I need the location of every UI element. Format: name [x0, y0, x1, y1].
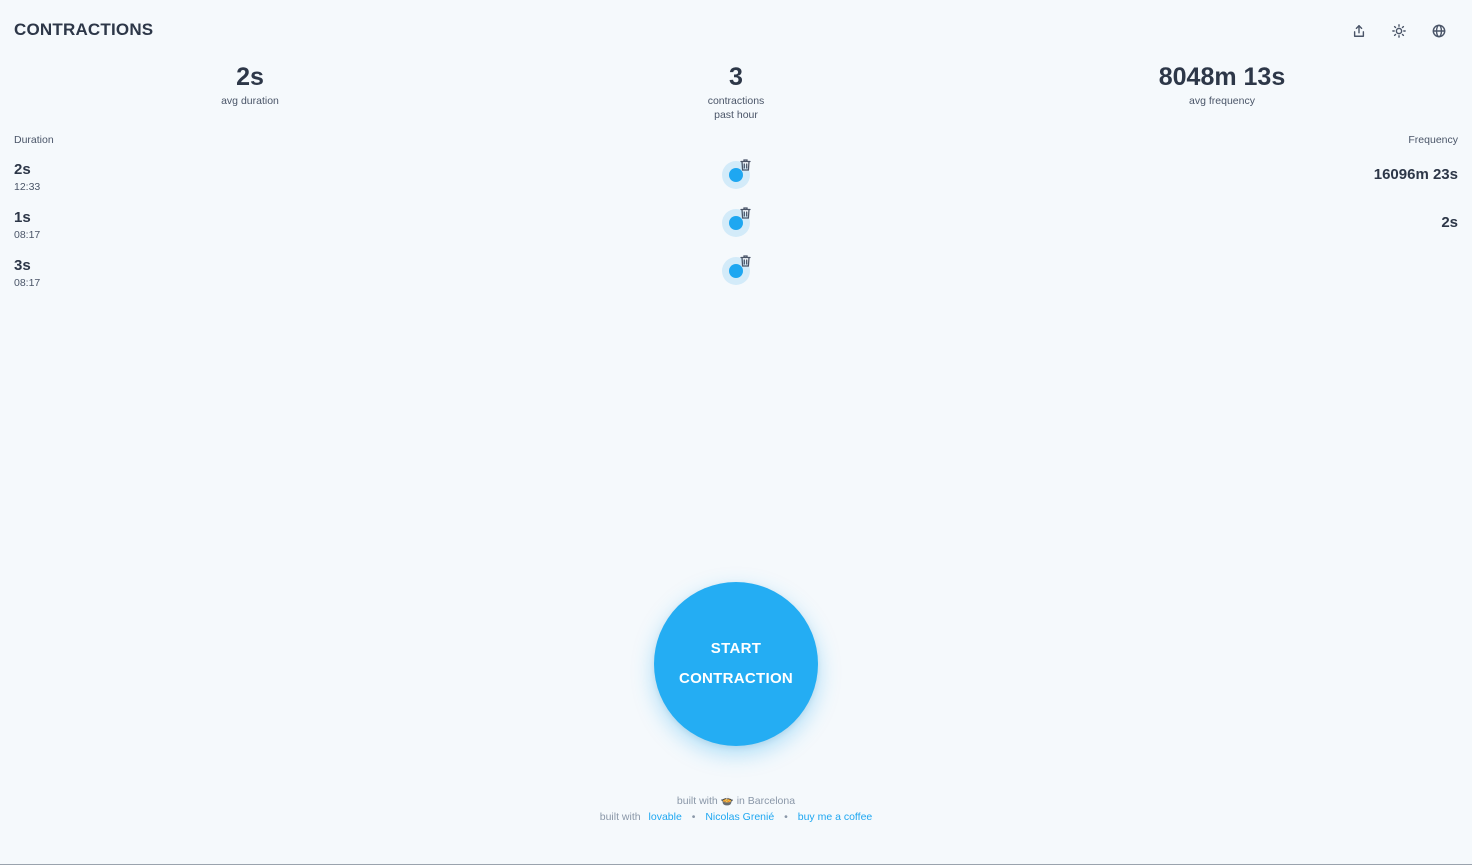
stat-avg-duration: 2s avg duration — [120, 60, 380, 108]
stat-avg-frequency: 8048m 13s avg frequency — [1092, 60, 1352, 108]
row-duration: 1s 08:17 — [14, 208, 40, 242]
footer-links: built with lovable • Nicolas Grenié • bu… — [0, 811, 1472, 823]
start-button-line1: START — [710, 640, 762, 657]
globe-icon — [1432, 24, 1446, 38]
delete-button[interactable] — [740, 206, 751, 219]
top-actions — [1342, 18, 1456, 44]
stat-value: 2s — [236, 63, 264, 91]
share-button[interactable] — [1342, 18, 1376, 44]
timeline-dot[interactable] — [722, 158, 751, 189]
trash-icon — [740, 255, 751, 267]
column-header-frequency: Frequency — [1408, 134, 1458, 146]
contraction-row: 2s 12:33 16096m 23s — [0, 158, 1472, 206]
stat-label: avg duration — [221, 95, 279, 107]
delete-button[interactable] — [740, 158, 751, 171]
lovable-link[interactable]: lovable — [649, 811, 682, 823]
footer-credit: built with 🍲 in Barcelona — [0, 794, 1472, 807]
theme-toggle-button[interactable] — [1382, 18, 1416, 44]
stat-label: avg frequency — [1189, 95, 1255, 107]
timeline-dot[interactable] — [722, 254, 751, 285]
app-title: CONTRACTIONS — [14, 20, 154, 39]
frequency-value: 16096m 23s — [1373, 166, 1458, 183]
contraction-row: 1s 08:17 2s — [0, 206, 1472, 254]
delete-button[interactable] — [740, 254, 751, 267]
separator: • — [691, 811, 696, 823]
frequency-value: 2s — [1441, 214, 1458, 231]
stat-value: 3 — [729, 63, 743, 91]
footer-text: built with — [599, 811, 641, 823]
row-duration: 2s 12:33 — [14, 160, 40, 194]
footer-emoji: 🍲 — [720, 795, 734, 807]
footer-text: in Barcelona — [736, 795, 796, 807]
duration-value: 3s — [14, 257, 31, 274]
duration-value: 2s — [14, 161, 31, 178]
column-header-duration: Duration — [14, 134, 54, 146]
separator: • — [784, 811, 788, 823]
row-duration: 3s 08:17 — [14, 256, 40, 290]
start-time: 08:17 — [14, 277, 41, 289]
stat-label: contractions — [707, 95, 765, 107]
start-button-line2: CONTRACTION — [678, 670, 794, 687]
share-icon — [1353, 25, 1365, 37]
footer-text: built with — [676, 795, 718, 807]
stat-contraction-count: 3 contractions past hour — [606, 60, 866, 122]
stat-value: 8048m 13s — [1158, 63, 1286, 91]
duration-value: 1s — [14, 209, 31, 226]
author-link[interactable]: Nicolas Grenié — [705, 811, 774, 823]
trash-icon — [740, 159, 751, 171]
stat-label: past hour — [714, 109, 758, 121]
sun-icon — [1392, 24, 1406, 38]
coffee-link[interactable]: buy me a coffee — [798, 811, 873, 823]
contraction-row: 3s 08:17 — [0, 254, 1472, 302]
language-button[interactable] — [1422, 18, 1456, 44]
timeline-dot[interactable] — [722, 206, 751, 237]
start-time: 12:33 — [14, 181, 41, 193]
start-contraction-button[interactable]: START CONTRACTION — [654, 582, 818, 746]
start-time: 08:17 — [14, 229, 41, 241]
trash-icon — [740, 207, 751, 219]
